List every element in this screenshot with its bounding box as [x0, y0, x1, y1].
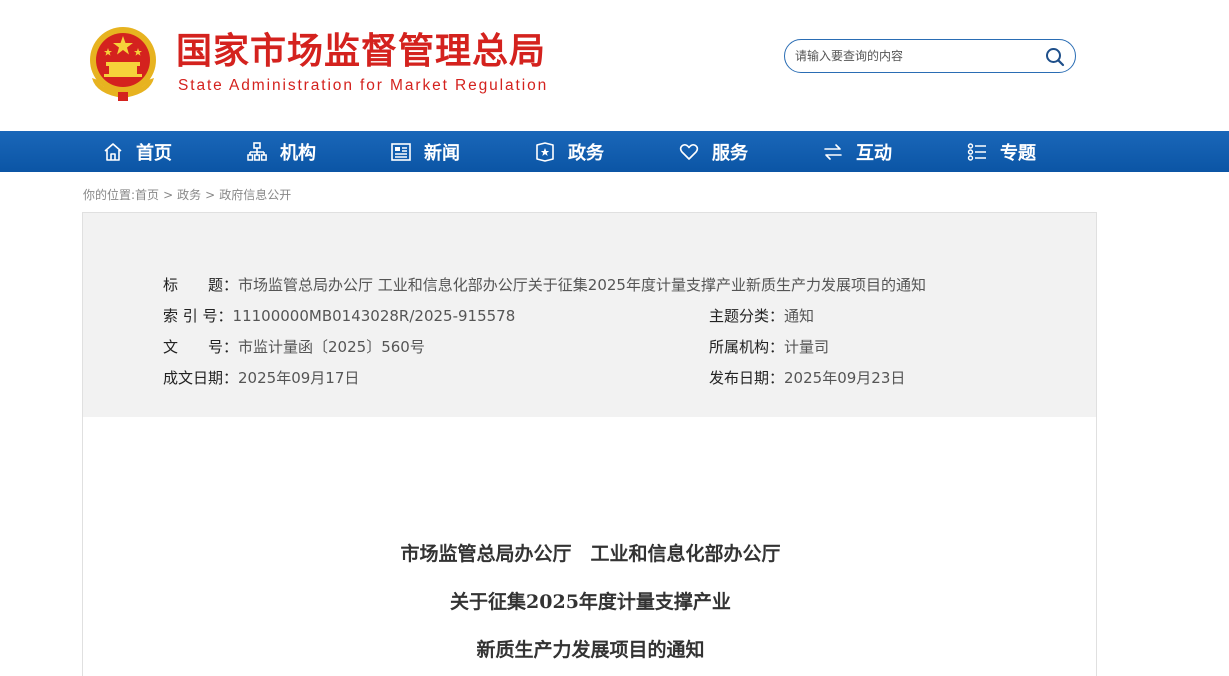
breadcrumb-separator: >	[205, 188, 216, 202]
info-topic-label: 主题分类：	[709, 307, 785, 325]
info-org-label: 所属机构：	[709, 338, 785, 356]
list-icon	[967, 142, 986, 161]
info-title-row: 标 题：市场监管总局办公厅 工业和信息化部办公厅关于征集2025年度计量支撑产业…	[163, 275, 926, 295]
nav-item-interact[interactable]: 互动	[822, 131, 892, 172]
exchange-arrows-icon	[824, 143, 842, 160]
info-pub-date-row: 发布日期：2025年09月23日	[709, 368, 905, 388]
breadcrumb-home[interactable]: 首页	[135, 188, 159, 202]
breadcrumb-gov-info[interactable]: 政府信息公开	[219, 188, 291, 202]
nav-item-service[interactable]: 服务	[678, 131, 748, 172]
info-index-value: 11100000MB0143028R/2025-915578	[232, 307, 516, 325]
site-title-cn[interactable]: 国家市场监督管理总局	[176, 30, 546, 74]
info-topic-row: 主题分类：通知	[709, 306, 814, 326]
site-title-en[interactable]: State Administration for Market Regulati…	[178, 77, 548, 95]
document-title-line-2: 关于征集2025年度计量支撑产业	[450, 591, 731, 613]
nav-label: 新闻	[424, 142, 460, 164]
document-title-line-3: 新质生产力发展项目的通知	[476, 639, 705, 661]
heart-icon	[679, 143, 699, 160]
search-icon[interactable]	[1045, 47, 1065, 67]
info-pub-date-value: 2025年09月23日	[784, 369, 906, 387]
info-index-row: 索 引 号：11100000MB0143028R/2025-915578	[163, 306, 515, 326]
search-box	[784, 39, 1076, 73]
breadcrumb-prefix: 你的位置:	[83, 188, 136, 202]
info-pub-date-label: 发布日期：	[709, 369, 785, 387]
document-info-panel: 标 题：市场监管总局办公厅 工业和信息化部办公厅关于征集2025年度计量支撑产业…	[82, 212, 1097, 418]
document-icon	[536, 141, 554, 162]
search-input[interactable]	[795, 46, 1035, 66]
home-icon	[104, 142, 122, 161]
nav-label: 服务	[712, 142, 748, 164]
info-title-value: 市场监管总局办公厅 工业和信息化部办公厅关于征集2025年度计量支撑产业新质生产…	[238, 276, 926, 294]
info-docno-row: 文 号：市监计量函〔2025〕560号	[163, 337, 425, 357]
nav-label: 政务	[568, 142, 604, 164]
site-header: 国家市场监督管理总局 State Administration for Mark…	[0, 0, 1229, 131]
nav-label: 专题	[1000, 142, 1036, 164]
breadcrumb-separator: >	[163, 188, 174, 202]
nav-item-affairs[interactable]: 政务	[534, 131, 604, 172]
info-index-label: 索 引 号：	[163, 307, 233, 325]
info-made-date-label: 成文日期：	[163, 369, 239, 387]
nav-item-news[interactable]: 新闻	[390, 131, 460, 172]
newspaper-icon	[391, 142, 411, 161]
main-nav: 首页 机构 新闻 政务 服务 互动 专题	[0, 131, 1229, 172]
nav-item-org[interactable]: 机构	[246, 131, 316, 172]
document-content: 市场监管总局办公厅 工业和信息化部办公厅 关于征集2025年度计量支撑产业 新质…	[82, 417, 1097, 676]
org-chart-icon	[247, 141, 267, 161]
nav-label: 首页	[136, 142, 172, 164]
breadcrumb-affairs[interactable]: 政务	[177, 188, 201, 202]
nav-item-home[interactable]: 首页	[102, 131, 172, 172]
breadcrumb: 你的位置:首页 > 政务 > 政府信息公开	[83, 186, 291, 203]
document-title-line-1: 市场监管总局办公厅 工业和信息化部办公厅	[400, 543, 781, 565]
nav-item-topics[interactable]: 专题	[966, 131, 1036, 172]
info-docno-value: 市监计量函〔2025〕560号	[238, 338, 425, 356]
info-title-label: 标 题：	[163, 276, 239, 294]
info-docno-label: 文 号：	[163, 338, 239, 356]
nav-label: 互动	[856, 142, 892, 164]
info-org-row: 所属机构：计量司	[709, 337, 829, 357]
info-org-value: 计量司	[784, 338, 830, 356]
nav-label: 机构	[280, 142, 316, 164]
info-made-date-row: 成文日期：2025年09月17日	[163, 368, 359, 388]
info-topic-value: 通知	[784, 307, 815, 325]
info-made-date-value: 2025年09月17日	[238, 369, 360, 387]
national-emblem-icon[interactable]	[86, 24, 160, 102]
